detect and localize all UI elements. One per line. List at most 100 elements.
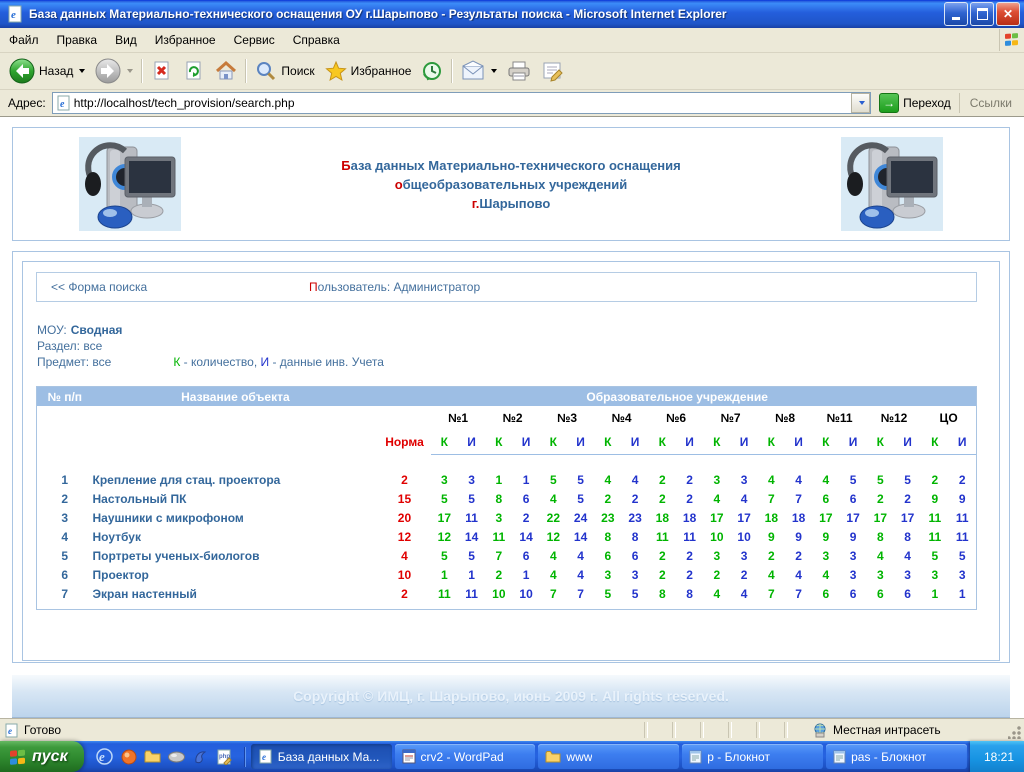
forward-button[interactable]: [90, 56, 138, 86]
favorites-button[interactable]: Избранное: [320, 58, 417, 84]
i-value: 5: [621, 584, 648, 603]
go-label: Переход: [903, 96, 951, 110]
i-value: 9: [839, 527, 866, 546]
mail-dropdown-icon[interactable]: [491, 69, 497, 73]
quicklaunch-drive-icon[interactable]: [168, 748, 186, 766]
i-value: 2: [948, 470, 976, 489]
menu-item-5[interactable]: Сервис: [225, 30, 284, 50]
restore-button[interactable]: [970, 2, 994, 26]
title-bar: e База данных Материально-технического о…: [0, 0, 1024, 28]
address-input[interactable]: [72, 95, 851, 111]
quicklaunch-php-icon[interactable]: php: [216, 748, 234, 766]
k-header: К: [812, 430, 839, 455]
quicklaunch-folder-icon[interactable]: [144, 748, 162, 766]
school-header-row: №1№2№3№4№6№7№8№11№12ЦО: [37, 406, 976, 430]
address-dropdown-button[interactable]: [851, 93, 870, 113]
taskbar-task-4[interactable]: p - Блокнот: [682, 744, 823, 769]
go-button[interactable]: → Переход: [871, 91, 959, 115]
minimize-button[interactable]: [944, 2, 968, 26]
k-value: 18: [758, 508, 785, 527]
filter-predmet: Предмет: всеК - количество, И - данные и…: [37, 354, 999, 370]
i-value: 6: [621, 546, 648, 565]
school-header: №8: [758, 406, 813, 430]
i-value: 3: [730, 470, 757, 489]
i-header: И: [785, 430, 812, 455]
i-value: 17: [839, 508, 866, 527]
close-button[interactable]: ✕: [996, 2, 1020, 26]
taskbar-task-5[interactable]: pas - Блокнот: [826, 744, 967, 769]
menu-item-2[interactable]: Правка: [48, 30, 107, 50]
page-title-line2: общеобразовательных учреждений: [247, 175, 775, 194]
status-separator: [756, 722, 760, 738]
menu-item-4[interactable]: Избранное: [146, 30, 225, 50]
k-value: 3: [594, 565, 621, 584]
k-value: 4: [703, 584, 730, 603]
taskbar-task-2[interactable]: crv2 - WordPad: [395, 744, 536, 769]
page-header: База данных Материально-технического осн…: [12, 127, 1010, 241]
svg-text:e: e: [60, 99, 65, 110]
back-label: Назад: [39, 64, 73, 78]
quicklaunch-swoosh-icon[interactable]: [192, 748, 210, 766]
taskbar-task-1[interactable]: eБаза данных Ма...: [251, 744, 392, 769]
toolbar: Назад Поиск Из: [0, 53, 1024, 90]
home-button[interactable]: [210, 58, 242, 84]
k-header: К: [431, 430, 458, 455]
legend: К - количество, И - данные инв. Учета: [173, 355, 384, 369]
search-button[interactable]: Поиск: [250, 58, 319, 84]
k-value: 2: [867, 489, 894, 508]
table-row: 6Проектор1011214433222244433333: [37, 565, 976, 584]
back-button[interactable]: Назад: [4, 56, 90, 86]
k-value: 10: [485, 584, 512, 603]
history-button[interactable]: [416, 58, 448, 84]
i-value: 9: [785, 527, 812, 546]
i-value: 3: [621, 565, 648, 584]
print-button[interactable]: [502, 58, 536, 84]
k-value: 22: [540, 508, 567, 527]
windows-flag-icon: [9, 748, 27, 766]
menu-item-1[interactable]: Файл: [0, 30, 48, 50]
svg-text:e: e: [262, 752, 266, 762]
back-icon: [9, 58, 35, 84]
k-value: 4: [540, 489, 567, 508]
k-value: 7: [758, 489, 785, 508]
i-header: И: [621, 430, 648, 455]
mou-label: МОУ:: [37, 323, 67, 337]
toolbar-separator: [245, 59, 247, 83]
refresh-button[interactable]: [178, 58, 210, 84]
row-number: 5: [37, 546, 93, 565]
user-label: Пользователь: Администратор: [309, 280, 480, 294]
resize-grip-icon[interactable]: [1008, 725, 1022, 739]
menu-item-6[interactable]: Справка: [284, 30, 349, 50]
task-buttons: eБаза данных Ма...crv2 - WordPadwwwp - Б…: [248, 741, 970, 772]
k-value: 8: [485, 489, 512, 508]
stop-button[interactable]: [146, 58, 178, 84]
favorites-label: Избранное: [351, 64, 412, 78]
edit-button[interactable]: [536, 58, 570, 84]
back-dropdown-icon[interactable]: [79, 69, 85, 73]
k-value: 3: [485, 508, 512, 527]
k-value: 4: [540, 546, 567, 565]
i-value: 24: [567, 508, 594, 527]
i-value: 6: [512, 546, 539, 565]
school-header: №12: [867, 406, 922, 430]
k-value: 3: [867, 565, 894, 584]
i-value: 14: [458, 527, 485, 546]
k-header: К: [485, 430, 512, 455]
taskbar-task-3[interactable]: www: [538, 744, 679, 769]
k-header: К: [540, 430, 567, 455]
quicklaunch-orange-app-icon[interactable]: [120, 748, 138, 766]
i-value: 1: [512, 470, 539, 489]
k-value: 6: [594, 546, 621, 565]
star-icon: [325, 60, 347, 82]
mail-button[interactable]: [456, 58, 502, 84]
page-title-line1: База данных Материально-технического осн…: [247, 156, 775, 175]
search-form-link[interactable]: << Форма поиска: [51, 280, 147, 294]
links-label[interactable]: Ссылки: [959, 93, 1022, 113]
quicklaunch-ie-icon[interactable]: e: [96, 748, 114, 766]
start-button[interactable]: пуск: [0, 741, 84, 772]
clock[interactable]: 18:21: [984, 750, 1014, 764]
filters-block: МОУ:Сводная Раздел: все Предмет: всеК - …: [37, 322, 999, 370]
k-value: 2: [703, 565, 730, 584]
intranet-globe-icon: [812, 723, 828, 738]
menu-item-3[interactable]: Вид: [106, 30, 146, 50]
